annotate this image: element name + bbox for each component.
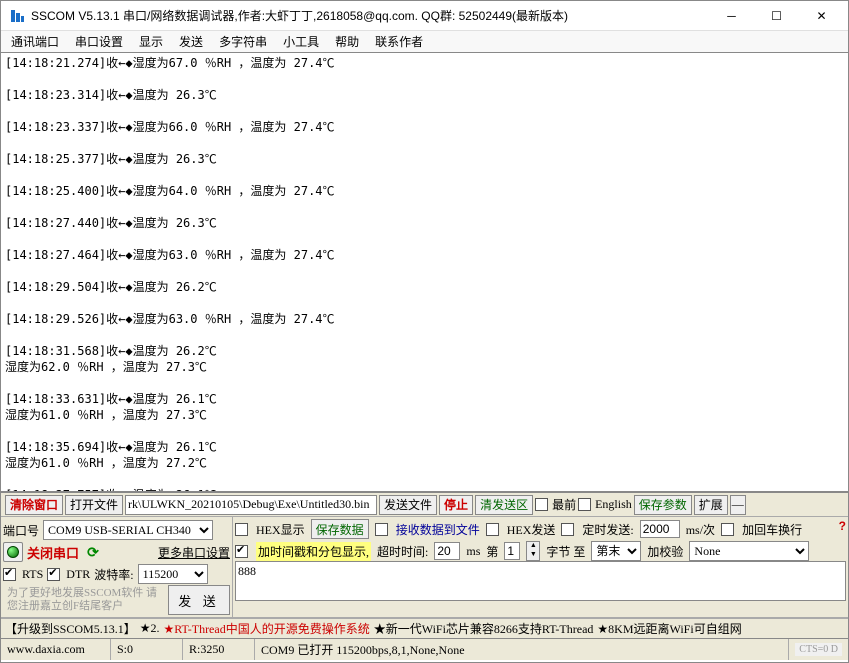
menu-help[interactable]: 帮助 bbox=[335, 33, 359, 50]
file-path-input[interactable] bbox=[125, 495, 377, 515]
checksum-label: 加校验 bbox=[647, 543, 683, 560]
dtr-label: DTR bbox=[66, 567, 90, 582]
timeout-label: 超时时间: bbox=[377, 543, 428, 560]
toolbar-row-1: 清除窗口 打开文件 发送文件 停止 清发送区 最前 English 保存参数 扩… bbox=[1, 493, 848, 517]
clear-send-button[interactable]: 清发送区 bbox=[475, 495, 533, 515]
save-data-button[interactable]: 保存数据 bbox=[311, 519, 369, 539]
status-sent: S:0 bbox=[111, 639, 183, 660]
app-icon bbox=[9, 8, 25, 24]
close-button[interactable]: ✕ bbox=[799, 2, 844, 30]
wifi-link[interactable]: ★新一代WiFi芯片兼容8266支持RT-Thread bbox=[374, 620, 594, 637]
menubar: 通讯端口 串口设置 显示 发送 多字符串 小工具 帮助 联系作者 bbox=[1, 31, 848, 53]
send-file-button[interactable]: 发送文件 bbox=[379, 495, 437, 515]
send-button[interactable]: 发 送 bbox=[168, 585, 230, 615]
interval-unit: ms/次 bbox=[686, 521, 715, 538]
recv-to-file-label: 接收数据到文件 bbox=[396, 521, 480, 538]
on-top-checkbox[interactable] bbox=[535, 498, 548, 511]
send-textarea[interactable] bbox=[235, 561, 846, 601]
status-recv: R:3250 bbox=[183, 639, 255, 660]
stop-button[interactable]: 停止 bbox=[439, 495, 473, 515]
menu-tools[interactable]: 小工具 bbox=[283, 33, 319, 50]
more-serial-settings-link[interactable]: 更多串口设置 bbox=[158, 544, 230, 561]
extend-button[interactable]: 扩展 bbox=[694, 495, 728, 515]
byte-mid-label: 字节 至 bbox=[546, 543, 585, 560]
status-port: COM9 已打开 115200bps,8,1,None,None bbox=[255, 639, 789, 660]
minimize-button[interactable]: ─ bbox=[709, 2, 754, 30]
timed-send-label: 定时发送: bbox=[582, 521, 633, 538]
menu-send[interactable]: 发送 bbox=[179, 33, 203, 50]
hex-send-label: HEX发送 bbox=[507, 521, 556, 538]
interval-input[interactable] bbox=[640, 520, 680, 538]
save-params-button[interactable]: 保存参数 bbox=[634, 495, 692, 515]
help-icon[interactable]: ? bbox=[839, 519, 846, 533]
hex-display-label: HEX显示 bbox=[256, 521, 305, 538]
status-url[interactable]: www.daxia.com bbox=[1, 639, 111, 660]
on-top-label: 最前 bbox=[552, 496, 576, 513]
byte-to-select[interactable]: 第末 bbox=[591, 541, 641, 561]
english-checkbox[interactable] bbox=[578, 498, 591, 511]
port-status-led[interactable] bbox=[3, 542, 23, 562]
star-label: ★2. bbox=[140, 621, 160, 636]
menu-contact[interactable]: 联系作者 bbox=[375, 33, 423, 50]
rts-label: RTS bbox=[22, 567, 43, 582]
timeout-input[interactable] bbox=[434, 542, 460, 560]
status-cts: CTS=0 D bbox=[795, 643, 842, 656]
baudrate-label: 波特率: bbox=[94, 566, 133, 583]
checksum-select[interactable]: None bbox=[689, 541, 809, 561]
menu-multistring[interactable]: 多字符串 bbox=[219, 33, 267, 50]
baudrate-select[interactable]: 115200 bbox=[138, 564, 208, 584]
clear-window-button[interactable]: 清除窗口 bbox=[5, 495, 63, 515]
log-output[interactable]: [14:18:21.274]收←◆湿度为67.0 ％RH ，温度为 27.4℃ … bbox=[1, 53, 848, 493]
titlebar: SSCOM V5.13.1 串口/网络数据调试器,作者:大虾丁丁,2618058… bbox=[1, 1, 848, 31]
ms-label: ms bbox=[466, 544, 480, 559]
recv-to-file-checkbox[interactable] bbox=[375, 523, 388, 536]
hex-display-checkbox[interactable] bbox=[235, 523, 248, 536]
port-select[interactable]: COM9 USB-SERIAL CH340 bbox=[43, 520, 213, 540]
rts-checkbox[interactable] bbox=[3, 568, 16, 581]
timed-send-checkbox[interactable] bbox=[561, 523, 574, 536]
longrange-link[interactable]: ★8KM远距离WiFi可自组网 bbox=[597, 620, 741, 637]
dtr-checkbox[interactable] bbox=[47, 568, 60, 581]
refresh-icon[interactable]: ⟳ bbox=[83, 542, 103, 562]
hex-send-checkbox[interactable] bbox=[486, 523, 499, 536]
byte-from-label: 第 bbox=[486, 543, 498, 560]
upgrade-link[interactable]: 【升级到SSCOM5.13.1】 bbox=[5, 620, 136, 637]
maximize-button[interactable]: ☐ bbox=[754, 2, 799, 30]
crlf-label: 加回车换行 bbox=[742, 521, 802, 538]
english-label: English bbox=[595, 497, 632, 512]
settings-panel: 端口号 COM9 USB-SERIAL CH340 关闭串口 ⟳ 更多串口设置 … bbox=[1, 517, 848, 618]
timestamp-label: 加时间戳和分包显示, bbox=[256, 542, 371, 561]
timestamp-checkbox[interactable] bbox=[235, 545, 248, 558]
menu-comm-port[interactable]: 通讯端口 bbox=[11, 33, 59, 50]
toolbar-hide-button[interactable]: — bbox=[730, 495, 746, 515]
rtthread-link[interactable]: ★RT-Thread中国人的开源免费操作系统 bbox=[163, 620, 369, 637]
byte-from-stepper[interactable]: ▲▼ bbox=[526, 541, 540, 561]
register-hint: 为了更好地发展SSCOM软件 请您注册嘉立创F结尾客户 bbox=[3, 585, 168, 615]
byte-from-input[interactable] bbox=[504, 542, 520, 560]
crlf-checkbox[interactable] bbox=[721, 523, 734, 536]
port-label: 端口号 bbox=[3, 522, 39, 539]
menu-serial-settings[interactable]: 串口设置 bbox=[75, 33, 123, 50]
links-bar: 【升级到SSCOM5.13.1】 ★2. ★RT-Thread中国人的开源免费操… bbox=[1, 618, 848, 638]
statusbar: www.daxia.com S:0 R:3250 COM9 已打开 115200… bbox=[1, 638, 848, 660]
close-port-button[interactable]: 关闭串口 bbox=[27, 543, 79, 562]
window-title: SSCOM V5.13.1 串口/网络数据调试器,作者:大虾丁丁,2618058… bbox=[31, 7, 709, 24]
menu-display[interactable]: 显示 bbox=[139, 33, 163, 50]
open-file-button[interactable]: 打开文件 bbox=[65, 495, 123, 515]
